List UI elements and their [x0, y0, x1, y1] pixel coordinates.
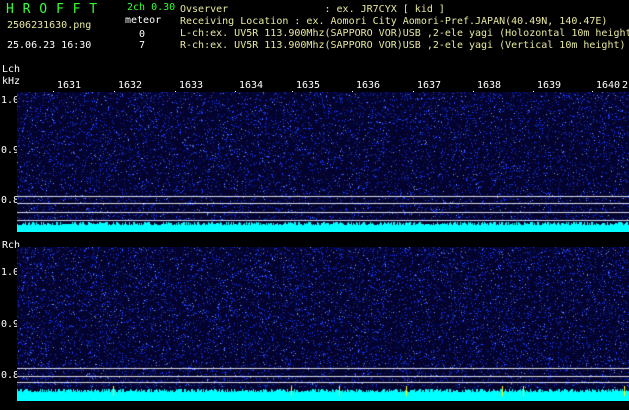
- time-tick: 1637: [417, 80, 442, 91]
- time-tick: 1634: [239, 80, 264, 91]
- time-tick: 1640: [596, 80, 621, 91]
- time-tick: 1632: [118, 80, 143, 91]
- time-tick: 1633: [179, 80, 204, 91]
- observer-info: Ovserver : ex. JR7CYX [ kid ]: [180, 4, 445, 15]
- khz-axis-label: kHz: [2, 76, 21, 87]
- lch-spectrogram: [17, 92, 629, 232]
- timestamp-label: 25.06.23 16:30: [7, 40, 92, 51]
- meteor-count-label: meteor: [125, 15, 162, 26]
- lch-axis-label: Lch: [2, 64, 21, 75]
- meteor-count-left: 0: [139, 29, 146, 40]
- app-title: H R O F F T: [6, 2, 98, 17]
- filename-label: 2506231630.png: [7, 20, 92, 31]
- time-tick: 1631: [57, 80, 82, 91]
- rch-spectrogram: [17, 247, 629, 401]
- time-tick: 1638: [477, 80, 502, 91]
- time-tick: 1636: [356, 80, 381, 91]
- time-tick: 2: [622, 80, 629, 91]
- time-tick: 1639: [537, 80, 562, 91]
- channel-mode-label: 2ch 0.30: [127, 2, 176, 13]
- lch-info: L-ch:ex. UV5R 113.900Mhz(SAPPORO VOR)USB…: [180, 28, 629, 39]
- time-tick: 1635: [296, 80, 321, 91]
- location-info: Receiving Location : ex. Aomori City Aom…: [180, 16, 608, 27]
- rch-info: R-ch:ex. UV5R 113.900Mhz(SAPPORO VOR)USB…: [180, 40, 626, 51]
- meteor-count-right: 7: [139, 40, 146, 51]
